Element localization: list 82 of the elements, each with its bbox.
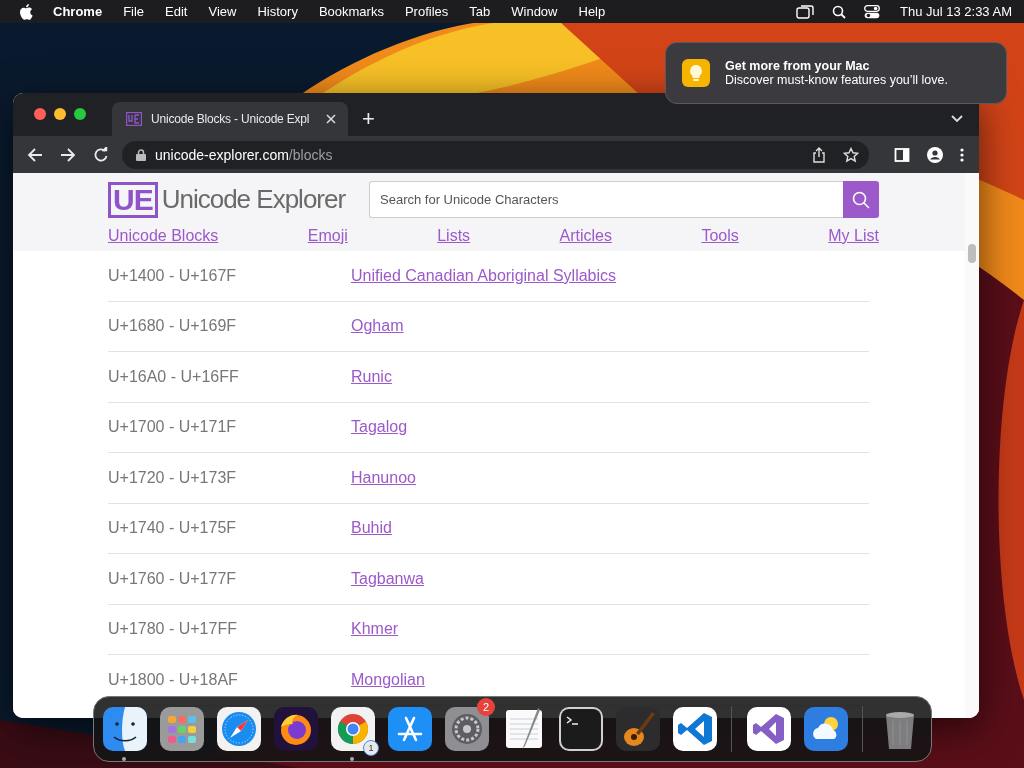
menu-bar-clock[interactable]: Thu Jul 13 2:33 AM xyxy=(900,4,1012,19)
block-link[interactable]: Buhid xyxy=(351,519,392,538)
app-icon[interactable] xyxy=(102,707,147,751)
logo-text[interactable]: Unicode Explorer xyxy=(161,184,346,215)
search-field[interactable]: Search for Unicode Characters xyxy=(369,181,843,218)
star-icon[interactable] xyxy=(843,146,859,163)
menu-item[interactable]: Profiles xyxy=(404,4,449,19)
notification-badge: 2 xyxy=(477,698,495,716)
menu-item[interactable]: View xyxy=(208,4,237,19)
app-icon[interactable] xyxy=(672,707,717,751)
menu-item[interactable]: Edit xyxy=(165,4,188,19)
reload-icon[interactable] xyxy=(93,146,109,163)
block-link[interactable]: Runic xyxy=(351,367,392,386)
app-icon[interactable] xyxy=(159,707,204,751)
app-icon[interactable] xyxy=(330,707,375,751)
code-range: U+1760 - U+177F xyxy=(108,569,238,588)
code-range: U+16A0 - U+16FF xyxy=(108,367,240,386)
search-icon xyxy=(852,190,870,209)
browser-tab[interactable]: Unicode Blocks - Unicode Expl xyxy=(112,102,348,136)
search-button[interactable] xyxy=(843,181,879,218)
menu-item[interactable]: Window xyxy=(511,4,558,19)
code-range: U+1780 - U+17FF xyxy=(108,620,238,639)
search-icon[interactable] xyxy=(832,4,846,19)
window-control-icon[interactable] xyxy=(74,107,86,120)
close-icon[interactable] xyxy=(326,114,336,124)
menu-item[interactable]: History xyxy=(257,4,298,19)
block-link[interactable]: Mongolian xyxy=(351,670,425,689)
profile-icon[interactable] xyxy=(927,146,943,163)
forward-arrow-icon[interactable] xyxy=(60,146,76,163)
nav-link[interactable]: Lists xyxy=(437,227,471,245)
menu-item[interactable]: Bookmarks xyxy=(318,4,384,19)
share-icon[interactable] xyxy=(812,146,826,163)
app-icon[interactable] xyxy=(746,707,791,751)
address-bar[interactable]: unicode-explorer.com/blocks xyxy=(122,140,869,169)
app-icon[interactable] xyxy=(273,707,318,751)
window-control-icon[interactable] xyxy=(34,107,46,120)
notification-title: Get more from your Mac xyxy=(725,59,871,73)
chevron-down-icon[interactable] xyxy=(951,115,963,123)
lightbulb-icon xyxy=(682,59,710,87)
nav-link[interactable]: Unicode Blocks xyxy=(108,227,219,245)
side-panel-icon[interactable] xyxy=(894,146,910,163)
windows-icon[interactable] xyxy=(796,4,814,19)
code-range: U+1400 - U+167F xyxy=(108,266,238,285)
code-range: U+1680 - U+169F xyxy=(108,317,238,336)
url-host: unicode-explorer.com xyxy=(155,146,289,163)
menu-item[interactable]: File xyxy=(123,4,145,19)
block-link[interactable]: Unified Canadian Aboriginal Syllabics xyxy=(351,266,617,285)
url-path: /blocks xyxy=(288,146,333,163)
logo-mark[interactable]: UE xyxy=(108,181,158,218)
block-link[interactable]: Tagbanwa xyxy=(351,569,424,588)
block-link[interactable]: Khmer xyxy=(351,620,399,639)
lock-icon xyxy=(136,148,146,161)
notification-text: Discover must-know features you’ll love. xyxy=(725,73,948,87)
menu-item[interactable]: Help xyxy=(578,4,606,19)
apple-logo-icon[interactable] xyxy=(19,3,33,20)
menu-item[interactable]: Chrome xyxy=(53,4,103,19)
menu-item[interactable]: Tab xyxy=(469,4,491,19)
nav-link[interactable]: Tools xyxy=(701,227,739,245)
nav-link[interactable]: My List xyxy=(828,227,879,245)
app-icon[interactable] xyxy=(558,707,603,751)
nav-link[interactable]: Emoji xyxy=(307,227,348,245)
app-icon[interactable] xyxy=(615,707,660,751)
code-range: U+1800 - U+18AF xyxy=(108,670,239,689)
nav-link[interactable]: Articles xyxy=(559,227,612,245)
block-link[interactable]: Ogham xyxy=(351,317,404,336)
app-icon[interactable] xyxy=(387,707,432,751)
control-center-icon[interactable] xyxy=(864,4,880,19)
back-arrow-icon[interactable] xyxy=(27,146,43,163)
new-tab-button[interactable]: + xyxy=(358,107,379,131)
notification-badge: 1 xyxy=(363,740,379,756)
code-range: U+1720 - U+173F xyxy=(108,468,238,487)
scrollbar-thumb[interactable] xyxy=(968,244,976,263)
more-menu-icon[interactable] xyxy=(960,146,964,163)
app-icon[interactable] xyxy=(216,707,261,751)
window-control-icon[interactable] xyxy=(54,107,66,120)
favicon-icon xyxy=(126,112,142,126)
notification-banner[interactable]: Get more from your Mac Discover must-know features you’ll love. xyxy=(665,42,1007,104)
code-range: U+1740 - U+175F xyxy=(108,519,238,538)
block-link[interactable]: Tagalog xyxy=(351,418,408,437)
block-link[interactable]: Hanunoo xyxy=(351,468,416,487)
code-range: U+1700 - U+171F xyxy=(108,418,238,437)
app-icon[interactable] xyxy=(803,707,848,751)
